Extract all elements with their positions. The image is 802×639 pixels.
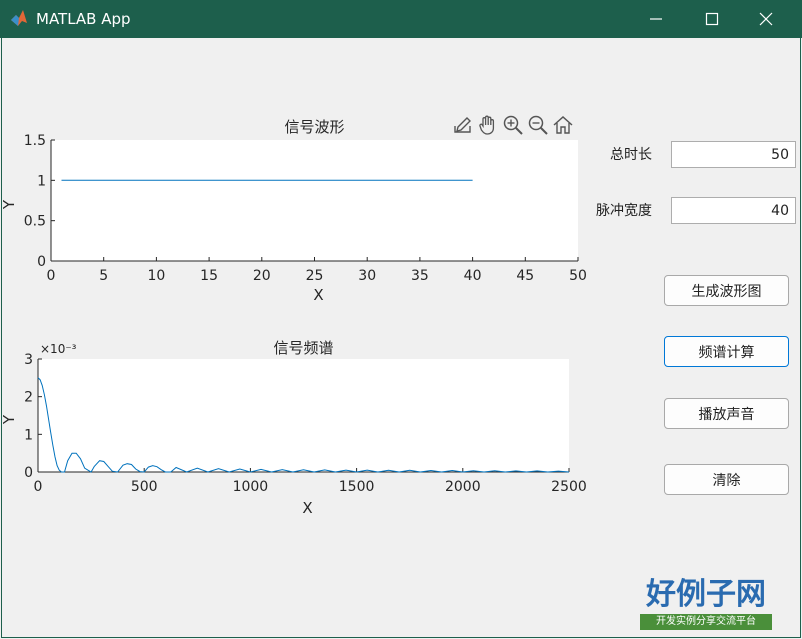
zoom-in-button[interactable] [502, 114, 524, 136]
total-duration-field[interactable] [671, 141, 796, 168]
play-sound-button[interactable]: 播放声音 [664, 398, 789, 429]
spectrum-y-tick-label: 0 [24, 465, 33, 481]
waveform-x-tick-label: 30 [358, 268, 376, 284]
spectrum-x-tick-label: 500 [131, 479, 158, 495]
waveform-x-tick-label: 25 [306, 268, 324, 284]
spectrum-y-tick-label: 3 [24, 352, 33, 368]
waveform-y-tick-label: 1 [37, 173, 46, 189]
total-duration-label: 总时长 [610, 147, 652, 163]
home-icon [553, 115, 573, 134]
waveform-plot-area [51, 140, 578, 261]
zoom-out-button[interactable] [527, 114, 549, 136]
waveform-x-tick-label: 45 [516, 268, 534, 284]
export-icon [454, 117, 471, 133]
waveform-x-tick-label: 15 [200, 268, 218, 284]
spectrum-x-tick-label: 1000 [233, 479, 269, 495]
clear-button[interactable]: 清除 [664, 464, 789, 495]
export-button[interactable] [452, 114, 474, 136]
spectrum-plot-area [38, 359, 569, 472]
pan-icon [479, 115, 495, 135]
waveform-x-tick-label: 50 [569, 268, 587, 284]
site-logo: 好例子网 开发实例分享交流平台 [640, 578, 772, 632]
generate-waveform-button[interactable]: 生成波形图 [664, 275, 789, 306]
waveform-x-tick-label: 40 [464, 268, 482, 284]
spectrum-y-tick-label: 2 [24, 390, 33, 406]
plots-area: 0 5 10 15 20 25 30 35 40 45 5000.511.5信号波形XY0 500 10… [0, 118, 587, 517]
waveform-y-tick-label: 1.5 [24, 133, 46, 149]
compute-spectrum-button[interactable]: 频谱计算 [664, 336, 789, 367]
spectrum-x-tick-label: 2500 [551, 479, 587, 495]
waveform-y-tick-label: 0.5 [24, 214, 46, 230]
logo-text: 好例子网 [646, 577, 766, 612]
spectrum-x-tick-label: 1500 [339, 479, 375, 495]
waveform-x-tick-label: 5 [99, 268, 108, 284]
zoom-out-icon [528, 115, 548, 135]
waveform-x-tick-label: 0 [47, 268, 56, 284]
zoom-in-icon [503, 115, 523, 135]
spectrum-y-label: Y [0, 414, 18, 425]
spectrum-x-label: X [302, 499, 312, 517]
waveform-x-label: X [313, 286, 323, 304]
pan-button[interactable] [477, 114, 499, 136]
home-button[interactable] [552, 114, 574, 136]
pulse-width-label: 脉冲宽度 [596, 203, 652, 219]
waveform-y-tick-label: 0 [37, 254, 46, 270]
spectrum-y-exponent: ×10⁻³ [40, 342, 77, 356]
logo-subtext: 开发实例分享交流平台 [640, 614, 772, 630]
waveform-x-tick-label: 20 [253, 268, 271, 284]
spectrum-x-tick-label: 0 [34, 479, 43, 495]
spectrum-y-tick-label: 1 [24, 427, 33, 443]
waveform-title: 信号波形 [284, 118, 344, 136]
waveform-x-tick-label: 35 [411, 268, 429, 284]
waveform-x-tick-label: 10 [147, 268, 165, 284]
waveform-y-label: Y [0, 199, 18, 210]
spectrum-x-tick-label: 2000 [445, 479, 481, 495]
pulse-width-field[interactable] [671, 197, 796, 224]
spectrum-title: 信号频谱 [273, 339, 333, 357]
